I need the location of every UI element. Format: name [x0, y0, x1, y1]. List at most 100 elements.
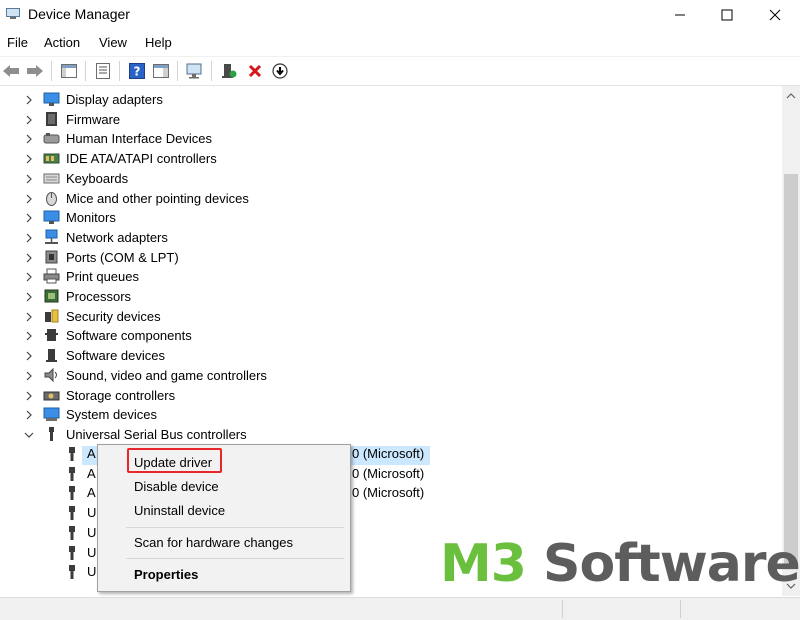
tree-item-system-devices[interactable]: System devices [0, 405, 700, 424]
scan-hardware-icon [186, 63, 202, 79]
disable-device-button[interactable] [270, 61, 290, 81]
chevron-right-icon[interactable] [24, 351, 34, 361]
chevron-right-icon[interactable] [24, 410, 34, 420]
vertical-scrollbar[interactable] [782, 86, 800, 596]
menu-separator [126, 558, 344, 559]
tree-item-security-devices[interactable]: Security devices [0, 307, 700, 326]
tree-item-label: Print queues [66, 269, 139, 285]
usb-device-name: A [87, 485, 96, 501]
minimize-icon [675, 14, 685, 16]
tree-item-processors[interactable]: Processors [0, 287, 700, 306]
chevron-right-icon[interactable] [24, 174, 34, 184]
keyboard-icon [43, 173, 60, 184]
tree-item-display-adapters[interactable]: Display adapters [0, 90, 700, 109]
update-driver-button[interactable] [219, 61, 239, 81]
software-device-icon [46, 349, 57, 363]
svg-text:?: ? [134, 65, 141, 79]
tree-item-sound-video-and-game-controllers[interactable]: Sound, video and game controllers [0, 366, 700, 385]
usb-icon [49, 426, 54, 441]
menu-action[interactable]: Action [44, 35, 80, 50]
tree-item-software-devices[interactable]: Software devices [0, 346, 700, 365]
usb-device-icon [69, 486, 75, 501]
menu-view[interactable]: View [99, 35, 127, 50]
maximize-button[interactable] [704, 0, 750, 30]
menu-properties[interactable]: Properties [134, 567, 198, 582]
tree-item-label: System devices [66, 407, 158, 423]
tree-item-keyboards[interactable]: Keyboards [0, 169, 700, 188]
chevron-right-icon[interactable] [24, 194, 34, 204]
show-hide-console-tree-icon [61, 64, 77, 78]
chevron-right-icon[interactable] [24, 312, 34, 322]
chevron-right-icon[interactable] [24, 331, 34, 341]
tree-item-label: Keyboards [66, 170, 129, 186]
usb-device-name: A [87, 446, 96, 461]
chevron-right-icon[interactable] [24, 371, 34, 381]
tree-item-print-queues[interactable]: Print queues [0, 267, 700, 286]
hid-icon [43, 133, 60, 144]
tree-item-universal-serial-bus-controllers[interactable]: Universal Serial Bus controllers [0, 425, 700, 444]
tree-item-label: Monitors [66, 210, 116, 226]
monitor-icon [43, 210, 60, 225]
tree-item-software-components[interactable]: Software components [0, 326, 700, 345]
status-bar [0, 597, 800, 620]
chevron-right-icon[interactable] [24, 154, 34, 164]
tree-item-network-adapters[interactable]: Network adapters [0, 228, 700, 247]
chevron-right-icon[interactable] [24, 253, 34, 263]
menu-file[interactable]: File [7, 35, 28, 50]
scroll-up-icon[interactable] [786, 92, 796, 100]
watermark-part2: Software [525, 534, 800, 594]
chevron-right-icon[interactable] [24, 233, 34, 243]
sound-icon [44, 367, 57, 383]
menu-disable-device[interactable]: Disable device [134, 479, 219, 494]
action-pane-button[interactable] [151, 61, 171, 81]
close-button[interactable] [752, 0, 798, 30]
chevron-right-icon[interactable] [24, 95, 34, 105]
chevron-right-icon[interactable] [24, 134, 34, 144]
usb-device-icon [69, 565, 75, 580]
help-button[interactable]: ? [127, 61, 147, 81]
tree-item-storage-controllers[interactable]: Storage controllers [0, 386, 700, 405]
tree-item-firmware[interactable]: Firmware [0, 110, 700, 129]
chevron-right-icon[interactable] [24, 115, 34, 125]
back-button[interactable] [1, 61, 21, 81]
tree-item-label: Processors [66, 289, 132, 304]
tree-item-ports-com-lpt[interactable]: Ports (COM & LPT) [0, 248, 700, 267]
tree-item-mice-and-other-pointing-devices[interactable]: Mice and other pointing devices [0, 189, 700, 208]
help-icon: ? [129, 63, 145, 79]
menu-uninstall-device[interactable]: Uninstall device [134, 503, 225, 518]
title-bar: Device Manager [0, 0, 800, 30]
tree-item-label: Storage controllers [66, 387, 176, 403]
console-tree-button[interactable] [59, 61, 79, 81]
menu-help[interactable]: Help [145, 35, 172, 50]
chevron-right-icon[interactable] [24, 213, 34, 223]
status-separator [562, 600, 563, 618]
scan-hardware-button[interactable] [185, 61, 205, 81]
firmware-icon [46, 111, 57, 126]
properties-button[interactable] [93, 61, 113, 81]
tree-item-label: Human Interface Devices [66, 131, 212, 147]
toolbar-separator [119, 61, 120, 81]
chevron-down-icon[interactable] [24, 430, 34, 440]
show-action-pane-icon [153, 64, 169, 78]
menu-scan-hardware[interactable]: Scan for hardware changes [134, 535, 293, 550]
forward-button[interactable] [25, 61, 45, 81]
tree-item-label: Universal Serial Bus controllers [66, 426, 247, 442]
chevron-right-icon[interactable] [24, 391, 34, 401]
display-adapter-icon [43, 92, 60, 106]
tree-item-monitors[interactable]: Monitors [0, 208, 700, 227]
menu-bar: File Action View Help [0, 32, 800, 54]
uninstall-device-button[interactable] [245, 61, 265, 81]
usb-device-icon [69, 525, 75, 540]
tree-item-human-interface-devices[interactable]: Human Interface Devices [0, 129, 700, 148]
mouse-icon [46, 191, 57, 206]
chevron-right-icon[interactable] [24, 292, 34, 302]
usb-device-name: U [87, 524, 97, 540]
scrollbar-thumb[interactable] [784, 174, 798, 569]
chevron-right-icon[interactable] [24, 272, 34, 282]
usb-device-name: U [87, 564, 97, 580]
minimize-button[interactable] [657, 0, 703, 30]
update-driver-highlight-box [127, 448, 222, 473]
m3-software-watermark: M3 Software [440, 534, 800, 594]
tree-item-ide-ata-atapi-controllers[interactable]: IDE ATA/ATAPI controllers [0, 149, 700, 168]
ide-controller-icon [43, 153, 60, 164]
